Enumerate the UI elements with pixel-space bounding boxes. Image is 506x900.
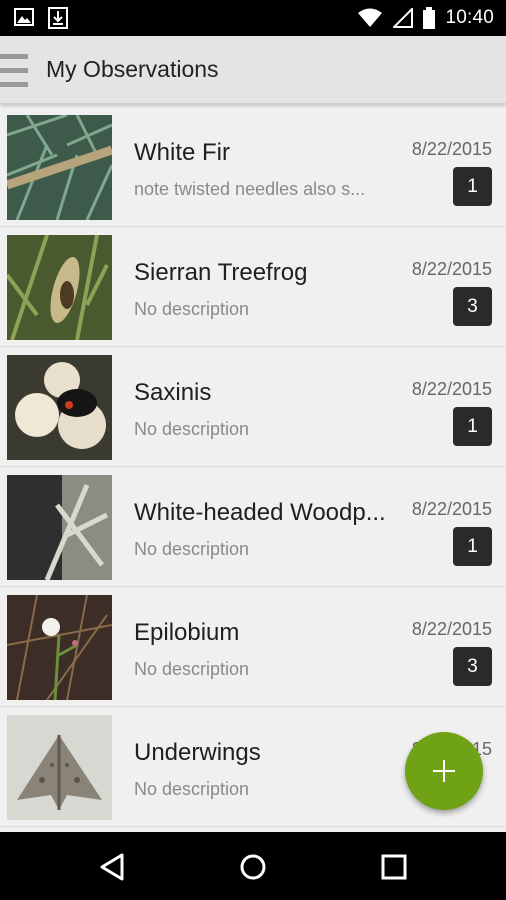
image-icon <box>14 8 34 26</box>
observation-description: No description <box>134 779 250 799</box>
observation-description: No description <box>134 539 250 559</box>
observation-thumbnail <box>7 115 112 220</box>
observation-date: 8/22/2015 <box>411 259 492 279</box>
observation-name: Saxinis <box>134 379 212 406</box>
list-item[interactable]: Sierran Treefrog No description 8/22/201… <box>0 227 506 347</box>
battery-icon <box>423 7 436 29</box>
add-observation-button[interactable] <box>405 732 483 810</box>
observation-date: 8/22/2015 <box>411 499 492 519</box>
observation-name: White Fir <box>134 139 230 166</box>
observation-list[interactable]: White Fir note twisted needles also s...… <box>0 104 506 832</box>
signal-icon <box>393 8 414 28</box>
observation-thumbnail <box>7 235 112 340</box>
observation-description: No description <box>134 419 250 439</box>
observation-name: Sierran Treefrog <box>134 259 308 286</box>
list-item[interactable]: Epilobium No description 8/22/2015 3 <box>0 587 506 707</box>
observation-date: 8/22/2015 <box>411 379 492 399</box>
app-toolbar: My Observations <box>0 36 506 104</box>
observation-thumbnail <box>7 475 112 580</box>
observation-description: No description <box>134 659 250 679</box>
observation-name: White-headed Woodp... <box>134 499 386 526</box>
recents-icon[interactable] <box>379 852 409 882</box>
observation-name: Epilobium <box>134 619 240 646</box>
observation-name: Underwings <box>134 739 261 766</box>
observation-description: note twisted needles also s... <box>134 179 366 199</box>
observation-date: 8/22/2015 <box>411 139 492 159</box>
photo-count-badge: 3 <box>453 287 492 326</box>
list-item[interactable]: Saxinis No description 8/22/2015 1 <box>0 347 506 467</box>
photo-count-badge: 1 <box>453 167 492 206</box>
system-nav-bar <box>0 832 506 900</box>
observation-description: No description <box>134 299 250 319</box>
wifi-icon <box>358 8 383 27</box>
photo-count-badge: 3 <box>453 647 492 686</box>
photo-count-badge: 1 <box>453 527 492 566</box>
status-bar: 10:40 <box>0 0 506 36</box>
download-icon <box>48 7 68 29</box>
observation-thumbnail <box>7 715 112 820</box>
photo-count-badge: 1 <box>453 407 492 446</box>
back-icon[interactable] <box>98 852 128 882</box>
list-item[interactable]: White-headed Woodp... No description 8/2… <box>0 467 506 587</box>
clock: 10:40 <box>445 7 494 28</box>
list-item[interactable]: White Fir note twisted needles also s...… <box>0 107 506 227</box>
home-icon[interactable] <box>238 852 268 882</box>
observation-thumbnail <box>7 595 112 700</box>
observation-thumbnail <box>7 355 112 460</box>
observation-date: 8/22/2015 <box>411 619 492 639</box>
hamburger-menu-icon[interactable] <box>0 50 30 92</box>
page-title: My Observations <box>46 56 219 82</box>
